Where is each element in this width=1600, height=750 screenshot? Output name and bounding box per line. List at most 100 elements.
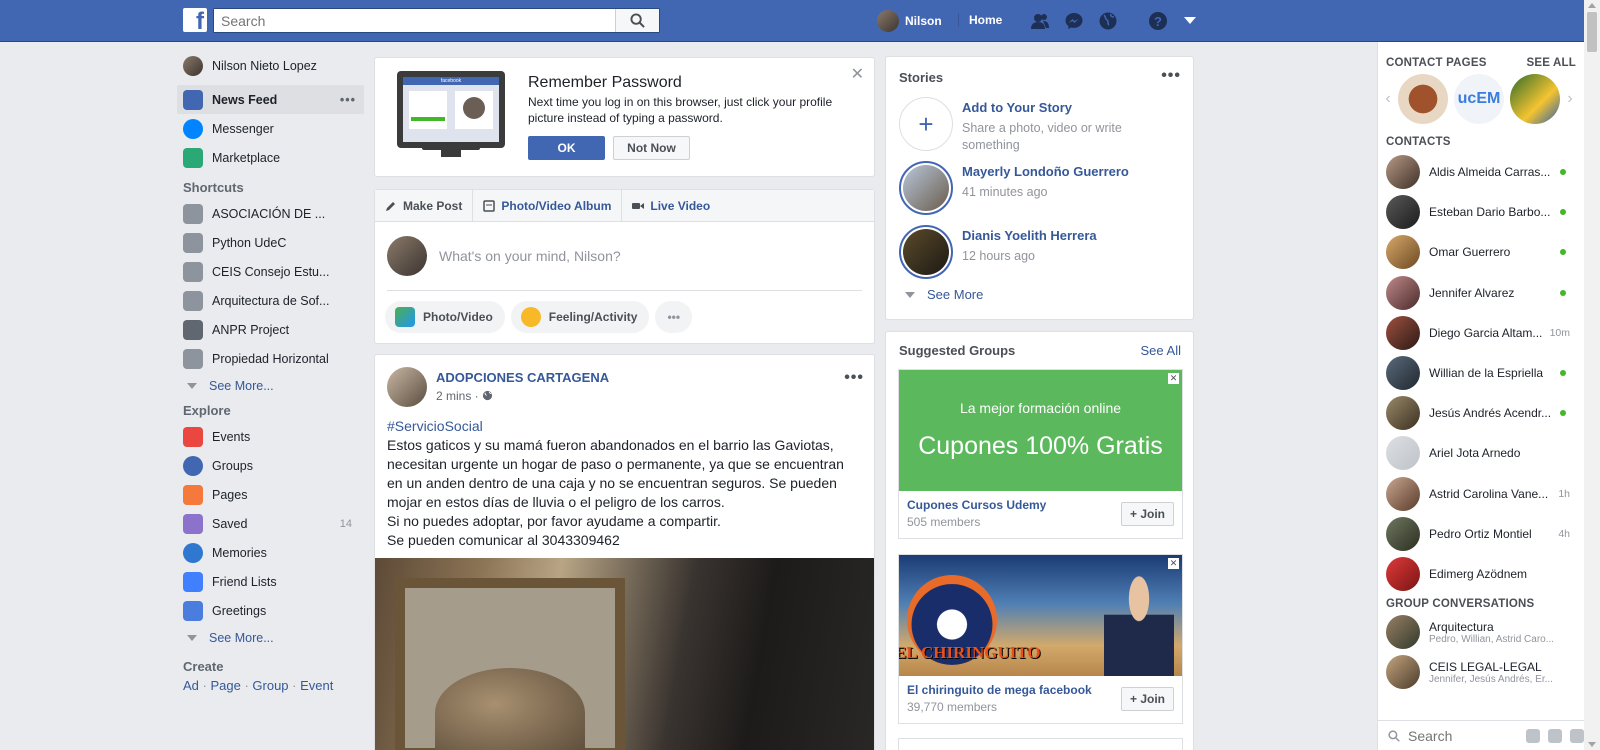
create-group-link[interactable]: Group <box>252 678 288 693</box>
sidebar-item-messenger[interactable]: Messenger <box>179 114 364 143</box>
messenger-icon[interactable] <box>1064 11 1084 31</box>
contact-item[interactable]: Jennifer Alvarez <box>1378 273 1584 313</box>
join-group-button[interactable]: + Join <box>1120 502 1174 526</box>
story-time: 12 hours ago <box>962 249 1035 263</box>
tab-make-post[interactable]: Make Post <box>385 189 474 222</box>
contact-item[interactable]: Ariel Jota Arnedo <box>1378 433 1584 473</box>
group-icon <box>183 290 203 311</box>
contact-item[interactable]: Edimerg Azödnem <box>1378 554 1584 594</box>
post-options-icon[interactable]: ••• <box>844 369 864 387</box>
stories-options-icon[interactable]: ••• <box>1161 67 1181 85</box>
compose-icon[interactable] <box>1548 728 1562 743</box>
contact-item[interactable]: Pedro Ortiz Montiel 4h <box>1378 514 1584 554</box>
group-cover-image[interactable]: EL CHIRINGUITO ✕ <box>899 555 1182 676</box>
sidebar-item-label: Messenger <box>212 121 274 136</box>
stories-see-more[interactable]: See More <box>905 287 983 302</box>
close-icon[interactable]: ✕ <box>851 64 864 84</box>
account-menu-chevron-down-icon[interactable] <box>1184 17 1196 24</box>
contact-item[interactable]: Omar Guerrero <box>1378 232 1584 272</box>
sidebar-item-news-feed[interactable]: News Feed ••• <box>177 85 364 114</box>
chevron-right-icon[interactable]: › <box>1563 90 1577 108</box>
contact-page-avatar[interactable]: ucEM <box>1454 74 1504 124</box>
friends-icon[interactable] <box>1030 11 1050 31</box>
composer-placeholder[interactable]: What's on your mind, Nilson? <box>439 248 621 264</box>
profile-link[interactable]: Nilson <box>877 10 942 32</box>
more-options-button[interactable]: ••• <box>655 301 693 333</box>
scroll-down-icon[interactable] <box>1588 742 1596 747</box>
search-button[interactable] <box>615 9 659 32</box>
post-line: en un anden dentro de una caja y no se e… <box>387 475 837 491</box>
profile-shortcut[interactable]: Nilson Nieto Lopez <box>179 52 364 80</box>
contact-item[interactable]: Esteban Dario Barbo... <box>1378 192 1584 232</box>
sidebar-item-pages[interactable]: Pages <box>179 480 364 509</box>
shortcuts-see-more[interactable]: See More... <box>179 373 364 399</box>
post-hashtag[interactable]: #ServicioSocial <box>387 417 862 436</box>
avatar[interactable] <box>387 367 427 407</box>
more-options-icon[interactable]: ••• <box>340 93 356 107</box>
wave-hand-icon <box>183 600 203 621</box>
groups-see-all-link[interactable]: See All <box>1141 343 1181 358</box>
shortcut-item[interactable]: ANPR Project <box>179 315 364 344</box>
group-cover-image[interactable]: La mejor formación online Cupones 100% G… <box>899 370 1182 491</box>
page-scrollbar[interactable] <box>1584 0 1600 750</box>
contact-item[interactable]: Astrid Carolina Vane... 1h <box>1378 474 1584 514</box>
contact-page-avatar[interactable] <box>1398 74 1448 124</box>
new-group-icon[interactable] <box>1570 728 1584 743</box>
sidebar-item-greetings[interactable]: Greetings <box>179 596 364 625</box>
not-now-button[interactable]: Not Now <box>613 136 690 160</box>
shortcut-item[interactable]: Python UdeC <box>179 228 364 257</box>
group-conversations-header: GROUP CONVERSATIONS <box>1378 598 1584 610</box>
globe-icon[interactable] <box>1098 11 1118 31</box>
explore-see-more[interactable]: See More... <box>179 625 364 651</box>
post-photo[interactable] <box>375 558 874 750</box>
chat-search-input[interactable] <box>1408 727 1518 744</box>
contact-item[interactable]: Diego Garcia Altam... 10m <box>1378 313 1584 353</box>
group-conversation[interactable]: CEIS LEGAL-LEGAL Jennifer, Jesús Andrés, … <box>1378 652 1584 692</box>
add-story[interactable]: + Add to Your Story Share a photo, video… <box>899 97 1152 154</box>
help-icon[interactable]: ? <box>1148 11 1168 31</box>
sidebar-item-events[interactable]: Events <box>179 422 364 451</box>
contact-pages-see-all[interactable]: SEE ALL <box>1526 57 1576 69</box>
join-group-button[interactable]: + Join <box>1120 687 1174 711</box>
create-page-link[interactable]: Page <box>210 678 240 693</box>
group-conversation[interactable]: Arquitectura Pedro, Willian, Astrid Caro.… <box>1378 612 1584 652</box>
sidebar-item-groups[interactable]: Groups <box>179 451 364 480</box>
post-author[interactable]: ADOPCIONES CARTAGENA <box>436 370 609 385</box>
contact-item[interactable]: Jesús Andrés Acendr... <box>1378 393 1584 433</box>
scrollbar-thumb[interactable] <box>1587 12 1597 52</box>
sidebar-item-friend-lists[interactable]: Friend Lists <box>179 567 364 596</box>
create-event-link[interactable]: Event <box>300 678 333 693</box>
facebook-logo[interactable]: f <box>183 8 207 32</box>
tab-photo-video-album[interactable]: Photo/Video Album <box>483 189 623 222</box>
search-input[interactable] <box>214 9 609 32</box>
story-name: Mayerly Londoño Guerrero <box>962 164 1129 179</box>
dismiss-close-icon[interactable]: ✕ <box>1168 558 1179 569</box>
photo-video-button[interactable]: Photo/Video <box>385 301 505 333</box>
group-conversation-name: CEIS LEGAL-LEGAL <box>1429 659 1542 674</box>
tab-live-video[interactable]: Live Video <box>632 190 720 222</box>
story-item[interactable]: Mayerly Londoño Guerrero 41 minutes ago <box>899 161 1129 215</box>
shortcut-item[interactable]: ASOCIACIÓN DE ... <box>179 199 364 228</box>
dismiss-close-icon[interactable]: ✕ <box>1168 373 1179 384</box>
contact-name: Willian de la Espriella <box>1429 366 1544 381</box>
contact-item[interactable]: Aldis Almeida Carras... <box>1378 152 1584 192</box>
sidebar-item-memories[interactable]: Memories <box>179 538 364 567</box>
create-ad-link[interactable]: Ad <box>183 678 199 693</box>
story-item[interactable]: Dianis Yoelith Herrera 12 hours ago <box>899 225 1097 279</box>
shortcut-item[interactable]: Arquitectura de Sof... <box>179 286 364 315</box>
composer-input-row[interactable]: What's on your mind, Nilson? <box>375 222 874 290</box>
sidebar-item-saved[interactable]: Saved 14 <box>179 509 364 538</box>
shortcut-item[interactable]: Propiedad Horizontal <box>179 344 364 373</box>
chevron-left-icon[interactable]: ‹ <box>1381 90 1395 108</box>
sidebar-item-marketplace[interactable]: Marketplace <box>179 143 364 172</box>
scroll-up-icon[interactable] <box>1588 3 1596 8</box>
feeling-activity-button[interactable]: Feeling/Activity <box>510 301 650 333</box>
contact-page-avatar[interactable] <box>1510 74 1560 124</box>
group-conversation-name: Arquitectura <box>1429 619 1494 634</box>
shortcut-item[interactable]: CEIS Consejo Estu... <box>179 257 364 286</box>
contact-item[interactable]: Willian de la Espriella <box>1378 353 1584 393</box>
post-timestamp[interactable]: 2 mins · <box>436 389 493 403</box>
home-link[interactable]: Home <box>958 13 1002 27</box>
ok-button[interactable]: OK <box>528 136 605 160</box>
gear-icon[interactable] <box>1526 728 1540 743</box>
